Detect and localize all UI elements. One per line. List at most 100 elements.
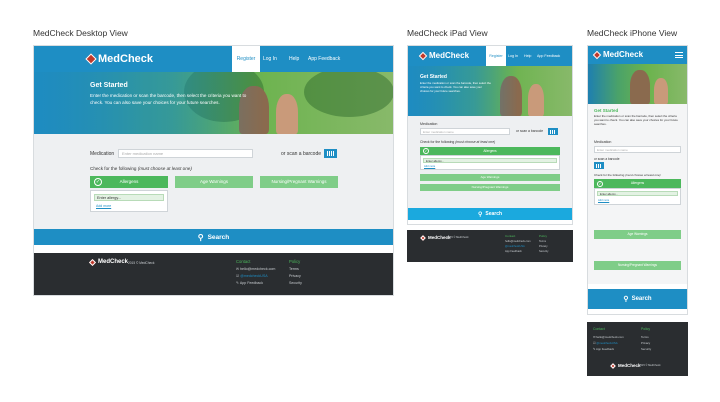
ipad-barcode-icon xyxy=(550,129,556,134)
desktop-view-title: MedCheck Desktop View xyxy=(33,28,128,38)
desktop-view: MedCheck Register Log In Help App Feedba… xyxy=(33,45,394,296)
iphone-search-icon: ⚲ xyxy=(623,296,629,303)
footer-policy-heading: Policy xyxy=(289,259,301,264)
iphone-barcode-icon xyxy=(596,163,602,168)
ipad-scan-label: or scan a barcode xyxy=(516,129,544,133)
footer-twitter[interactable]: ☑ @medcheckUSA xyxy=(236,274,268,278)
add-more-link[interactable]: Add more xyxy=(96,204,111,208)
iphone-check-icon: ✓ xyxy=(597,180,603,187)
ipad-nav-help[interactable]: Help xyxy=(524,46,531,66)
ipad-footer-security[interactable]: Security xyxy=(539,250,548,253)
ipad-footer-policy-heading: Policy xyxy=(539,234,548,238)
nav-feedback[interactable]: App Feedback xyxy=(308,46,340,72)
iphone-logo-icon xyxy=(592,50,602,59)
iphone-check-label: Check for the following (must choose at … xyxy=(594,173,661,177)
iphone-nursing-warnings-button[interactable]: Nursing/Pregnant Warnings xyxy=(594,261,681,270)
ipad-footer-terms[interactable]: Terms xyxy=(539,240,546,243)
ipad-nursing-warnings-button[interactable]: Nursing/Pregnant Warnings xyxy=(420,184,560,191)
iphone-medication-input[interactable]: Enter medication name xyxy=(594,146,681,153)
nav-help[interactable]: Help xyxy=(289,46,299,72)
ipad-logo-icon xyxy=(418,51,428,60)
ipad-search-button[interactable]: ⚲ Search xyxy=(408,208,572,220)
iphone-view-title: MedCheck iPhone View xyxy=(587,28,678,38)
iphone-footer-feedback[interactable]: ✎ App Feedback xyxy=(593,347,614,351)
ipad-body: Medication Enter medication name or scan… xyxy=(408,116,572,208)
logo-text: MedCheck xyxy=(98,53,154,65)
iphone-footer-contact-heading: Contact xyxy=(593,327,605,331)
nav-login[interactable]: Log In xyxy=(263,46,277,72)
iphone-footer-email[interactable]: ✉ hello@medcheck.com xyxy=(593,335,624,339)
hamburger-menu-icon[interactable] xyxy=(675,51,683,59)
desktop-body: Medication Enter medication name or scan… xyxy=(34,134,393,229)
iphone-footer-terms[interactable]: Terms xyxy=(641,335,649,339)
iphone-allergy-input[interactable]: Enter allergy... xyxy=(597,191,678,196)
hero-person-child xyxy=(276,94,298,134)
footer-email[interactable]: ✉ hello@medcheck.com xyxy=(236,267,275,271)
ipad-medication-input[interactable]: Enter medication name xyxy=(420,128,510,135)
allergens-button[interactable]: ✓ Allergens xyxy=(90,176,168,188)
ipad-nav-feedback[interactable]: App Feedback xyxy=(537,46,560,66)
iphone-footer-security[interactable]: Security xyxy=(641,347,651,351)
iphone-barcode-button[interactable] xyxy=(594,162,604,169)
hero-text: Enter the medication or scan the barcode… xyxy=(90,93,247,105)
iphone-allergy-dropdown: Enter allergy... Add more xyxy=(594,188,681,205)
footer-terms[interactable]: Terms xyxy=(289,267,299,271)
desktop-search-button[interactable]: ⚲ Search xyxy=(34,229,393,245)
iphone-footer-logo: MedCheck xyxy=(610,362,641,369)
check-icon: ✓ xyxy=(94,178,102,186)
iphone-add-more-link[interactable]: Add more xyxy=(598,199,609,202)
iphone-footer-policy-heading: Policy xyxy=(641,327,651,331)
iphone-footer-privacy[interactable]: Privacy xyxy=(641,341,650,345)
iphone-footer-copyright: 2015 © MedCheck xyxy=(639,364,661,367)
iphone-footer: Contact ✉ hello@medcheck.com ☑ @medcheck… xyxy=(587,322,688,376)
footer-privacy[interactable]: Privacy xyxy=(289,274,301,278)
ipad-check-label: Check for the following (must choose at … xyxy=(420,140,496,144)
ipad-check-icon: ✓ xyxy=(423,148,429,154)
ipad-barcode-button[interactable] xyxy=(548,128,558,135)
iphone-footer-twitter[interactable]: ☑ @medcheckUSA xyxy=(593,341,618,345)
ipad-nav-register[interactable]: Register xyxy=(486,46,506,66)
medication-label: Medication xyxy=(90,151,115,157)
ipad-add-more-link[interactable]: Add more xyxy=(424,165,435,168)
iphone-hero xyxy=(588,64,687,104)
ipad-view: MedCheck Register Log In Help App Feedba… xyxy=(407,45,573,225)
scan-label: or scan a barcode xyxy=(281,151,322,157)
iphone-logo[interactable]: MedCheck xyxy=(592,50,643,59)
ipad-medication-label: Medication xyxy=(420,122,438,126)
footer-contact-heading: Contact xyxy=(236,259,251,264)
allergy-dropdown: Enter allergy... Add more xyxy=(90,190,168,212)
ipad-logo[interactable]: MedCheck xyxy=(418,51,469,60)
allergy-input[interactable]: Enter allergy... xyxy=(94,194,164,201)
iphone-age-warnings-button[interactable]: Age Warnings xyxy=(594,230,681,239)
check-label: Check for the following (must choose at … xyxy=(90,166,192,171)
ipad-hero: Get Started Enter the medication or scan… xyxy=(408,66,572,116)
ipad-footer-copyright: 2015 © MedCheck xyxy=(447,236,469,239)
footer-feedback[interactable]: ✎ App Feedback xyxy=(236,281,263,285)
iphone-search-button[interactable]: ⚲ Search xyxy=(588,289,687,309)
nursing-warnings-button[interactable]: Nursing/Pregnant Warnings xyxy=(260,176,338,188)
footer-logo: MedCheck xyxy=(88,258,128,266)
search-label: Search xyxy=(207,233,230,241)
ipad-nav-login[interactable]: Log In xyxy=(508,46,518,66)
ipad-footer-twitter[interactable]: @medcheckUSA xyxy=(505,245,525,248)
ipad-allergy-dropdown: Enter allergy... Add more xyxy=(420,155,560,170)
nav-register[interactable]: Register xyxy=(232,46,260,72)
desktop-header: MedCheck Register Log In Help App Feedba… xyxy=(34,46,393,72)
ipad-footer-contact-heading: Contact xyxy=(505,234,516,238)
footer-security[interactable]: Security xyxy=(289,281,302,285)
ipad-footer-email[interactable]: hello@medcheck.com xyxy=(505,240,531,243)
iphone-body: Get Started Enter the medication or scan… xyxy=(588,104,687,284)
desktop-logo[interactable]: MedCheck xyxy=(85,53,154,65)
footer-logo-icon xyxy=(88,258,97,266)
ipad-allergens-button[interactable]: ✓ Allergens xyxy=(420,147,560,155)
ipad-footer-privacy[interactable]: Privacy xyxy=(539,245,548,248)
iphone-header: MedCheck xyxy=(588,46,687,64)
iphone-allergens-button[interactable]: ✓ Allergens xyxy=(594,179,681,188)
barcode-button[interactable] xyxy=(324,149,337,158)
ipad-footer-feedback[interactable]: App Feedback xyxy=(505,250,522,253)
ipad-age-warnings-button[interactable]: Age Warnings xyxy=(420,174,560,181)
age-warnings-button[interactable]: Age Warnings xyxy=(175,176,253,188)
ipad-allergy-input[interactable]: Enter allergy... xyxy=(423,158,557,163)
medication-input[interactable]: Enter medication name xyxy=(118,149,253,158)
desktop-footer: MedCheck 2015 © MedCheck Contact ✉ hello… xyxy=(34,253,393,295)
